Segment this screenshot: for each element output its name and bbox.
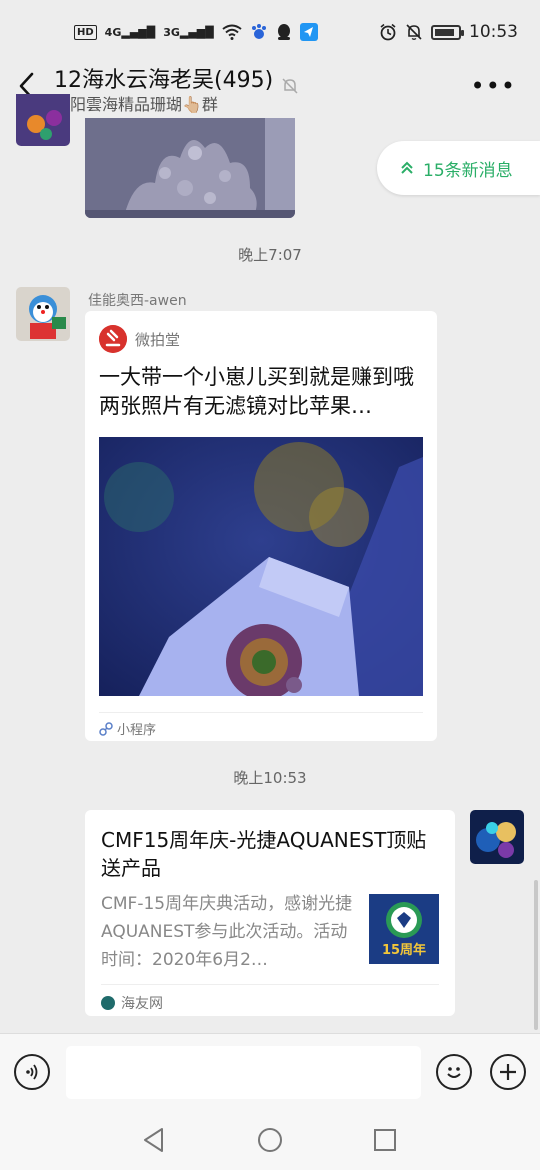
muted-bell-icon: [282, 78, 298, 94]
app-notification-icon: [299, 23, 318, 41]
timestamp: 晚上10:53: [233, 769, 307, 787]
site-logo-icon: [101, 996, 115, 1010]
chat-subtitle: 沈阳雲海精品珊瑚👆🏼群: [54, 95, 218, 114]
nav-home-icon[interactable]: [257, 1127, 283, 1153]
battery-icon: [431, 24, 464, 40]
chat-header: 12海水云海老吴(495) 沈阳雲海精品珊瑚👆🏼群 •••: [0, 64, 540, 116]
signal-3g: 3G▂▄▆█: [163, 25, 214, 39]
qq-icon: [277, 24, 290, 40]
avatar[interactable]: [16, 287, 70, 341]
baidu-icon: [251, 24, 266, 39]
weipaitang-logo-icon: [99, 325, 127, 353]
mini-program-title: 一大带一个小崽儿买到就是赚到哦两张照片有无滤镜对比苹果…: [99, 365, 414, 418]
timestamp: 晚上7:07: [238, 246, 302, 264]
double-chevron-up-icon: [401, 161, 413, 174]
mini-program-link-icon: [99, 721, 113, 736]
hd-badge: HD: [74, 24, 97, 40]
avatar[interactable]: [16, 94, 70, 146]
link-site-name: 海友网: [121, 996, 163, 1012]
emoji-icon[interactable]: [436, 1054, 472, 1090]
mute-bell-icon: [406, 24, 422, 40]
alarm-icon: [380, 23, 396, 41]
clock: 10:53: [469, 22, 518, 42]
mini-program-card[interactable]: 微拍堂 一大带一个小崽儿买到就是赚到哦两张照片有无滤镜对比苹果… 小程序: [85, 311, 437, 741]
status-icons-right: 10:53: [379, 22, 518, 42]
status-icons-left: HD 4G▂▄▆█ 3G▂▄▆█: [74, 23, 318, 41]
link-thumbnail: 15周年: [369, 894, 439, 964]
nav-back-icon[interactable]: [142, 1127, 166, 1153]
chat-title[interactable]: 12海水云海老吴(495): [54, 62, 273, 94]
avatar[interactable]: [470, 810, 524, 864]
link-description: CMF-15周年庆典活动，感谢光捷AQUANEST参与此次活动。活动时间：202…: [101, 894, 353, 970]
mini-program-source: 微拍堂: [99, 325, 180, 353]
coral-image-message[interactable]: [85, 118, 295, 218]
link-title: CMF15周年庆-光捷AQUANEST顶贴送产品: [101, 828, 427, 880]
signal-4g: 4G▂▄▆█: [104, 25, 156, 39]
link-source: 海友网: [101, 984, 439, 1013]
new-messages-button[interactable]: 15条新消息: [377, 141, 540, 195]
voice-input-icon[interactable]: [14, 1054, 50, 1090]
system-nav-bar: [0, 1111, 540, 1170]
coral-photo: [99, 437, 423, 696]
mini-program-source-name: 微拍堂: [135, 330, 181, 349]
nav-recents-icon[interactable]: [373, 1128, 397, 1152]
mini-program-footer: 小程序: [99, 712, 423, 738]
status-bar: HD 4G▂▄▆█ 3G▂▄▆█ 10:53: [0, 0, 540, 64]
sender-name: 佳能奥西-awen: [88, 293, 187, 309]
new-messages-label: 15条新消息: [423, 160, 513, 181]
more-options-icon[interactable]: •••: [471, 74, 516, 98]
mini-program-label: 小程序: [117, 723, 157, 738]
input-bar: [0, 1033, 540, 1111]
plus-icon[interactable]: [490, 1054, 526, 1090]
wifi-icon: [222, 24, 242, 40]
svg-text:15周年: 15周年: [382, 942, 426, 958]
scrollbar[interactable]: [534, 880, 538, 1030]
message-input[interactable]: [66, 1046, 421, 1099]
link-card[interactable]: CMF15周年庆-光捷AQUANEST顶贴送产品 CMF-15周年庆典活动，感谢…: [85, 810, 455, 1016]
